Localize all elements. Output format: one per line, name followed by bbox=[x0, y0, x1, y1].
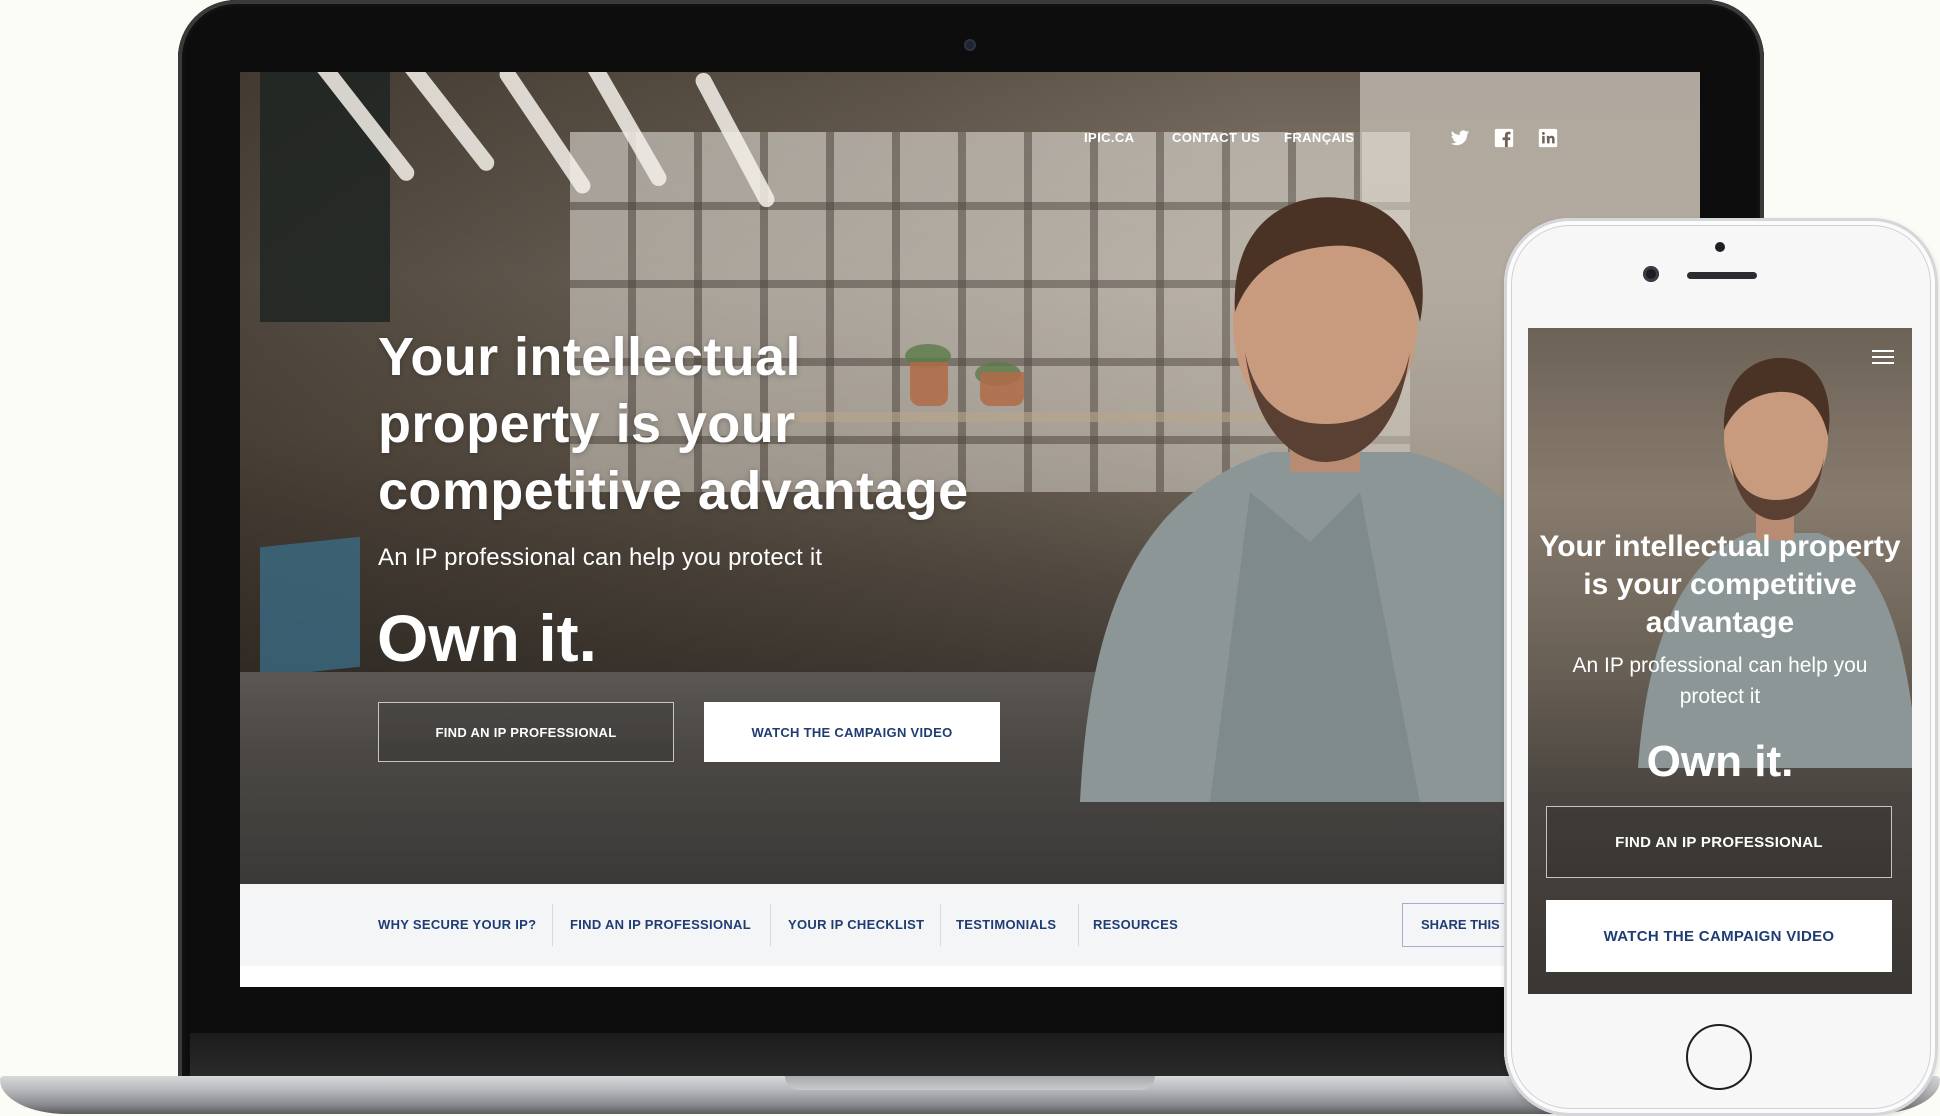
phone-home-button[interactable] bbox=[1686, 1024, 1752, 1090]
background-blackboard bbox=[260, 72, 390, 322]
linkedin-icon[interactable] bbox=[1538, 128, 1558, 148]
mobile-watch-campaign-video-button[interactable]: WATCH THE CAMPAIGN VIDEO bbox=[1546, 900, 1892, 972]
section-nav-why-secure[interactable]: WHY SECURE YOUR IP? bbox=[378, 884, 536, 966]
hero-tagline: Own it. bbox=[377, 601, 597, 675]
desktop-screen: IPIC.CA CONTACT US FRANÇAIS Your intelle… bbox=[240, 72, 1700, 987]
nav-link-language[interactable]: FRANÇAIS bbox=[1284, 126, 1354, 150]
hero-subtitle: An IP professional can help you protect … bbox=[378, 544, 823, 571]
section-nav-divider bbox=[1078, 904, 1079, 946]
top-nav: IPIC.CA CONTACT US FRANÇAIS bbox=[240, 126, 1700, 150]
section-nav-divider bbox=[770, 904, 771, 946]
mobile-find-ip-professional-button[interactable]: FIND AN IP PROFESSIONAL bbox=[1546, 806, 1892, 878]
facebook-icon[interactable] bbox=[1494, 128, 1514, 148]
nav-link-ipic[interactable]: IPIC.CA bbox=[1084, 126, 1134, 150]
section-nav-testimonials[interactable]: TESTIMONIALS bbox=[956, 884, 1056, 966]
laptop-notch bbox=[785, 1076, 1155, 1090]
ceiling-lamp bbox=[392, 72, 498, 175]
phone-sensor bbox=[1715, 242, 1725, 252]
mobile-hero-title: Your intellectual property is your compe… bbox=[1539, 530, 1901, 639]
section-nav-checklist[interactable]: YOUR IP CHECKLIST bbox=[788, 884, 924, 966]
watch-campaign-video-button[interactable]: WATCH THE CAMPAIGN VIDEO bbox=[704, 702, 1000, 762]
section-nav-divider bbox=[940, 904, 941, 946]
phone-frame: Your intellectual property is your compe… bbox=[1504, 218, 1938, 1116]
hero-title: Your intellectual property is your compe… bbox=[378, 327, 969, 521]
twitter-icon[interactable] bbox=[1450, 128, 1470, 148]
hamburger-menu-icon[interactable] bbox=[1872, 350, 1894, 368]
mobile-hero-tagline: Own it. bbox=[1646, 737, 1794, 786]
nav-link-contact[interactable]: CONTACT US bbox=[1172, 126, 1260, 150]
phone-speaker bbox=[1687, 272, 1757, 279]
section-nav-divider bbox=[552, 904, 553, 946]
phone-camera bbox=[1643, 266, 1659, 282]
section-nav-find-professional[interactable]: FIND AN IP PROFESSIONAL bbox=[570, 884, 751, 966]
mobile-screen: Your intellectual property is your compe… bbox=[1528, 328, 1912, 994]
hero-section: IPIC.CA CONTACT US FRANÇAIS Your intelle… bbox=[240, 72, 1700, 884]
laptop-camera bbox=[964, 39, 976, 51]
mobile-hero-subtitle: An IP professional can help you protect … bbox=[1572, 654, 1868, 708]
background-panel bbox=[260, 536, 360, 678]
section-nav-resources[interactable]: RESOURCES bbox=[1093, 884, 1178, 966]
find-ip-professional-button[interactable]: FIND AN IP PROFESSIONAL bbox=[378, 702, 674, 762]
